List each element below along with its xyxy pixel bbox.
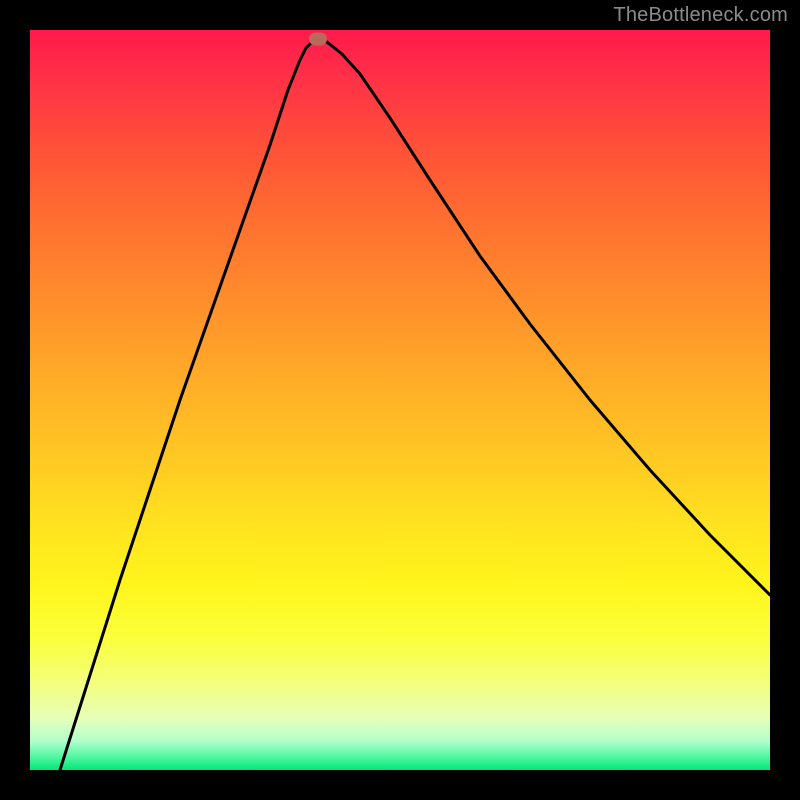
minimum-marker (309, 33, 327, 46)
watermark-text: TheBottleneck.com (613, 4, 788, 27)
plot-area (30, 30, 770, 770)
curve-svg (30, 30, 770, 770)
bottleneck-curve (60, 40, 770, 770)
chart-frame: TheBottleneck.com (0, 0, 800, 800)
